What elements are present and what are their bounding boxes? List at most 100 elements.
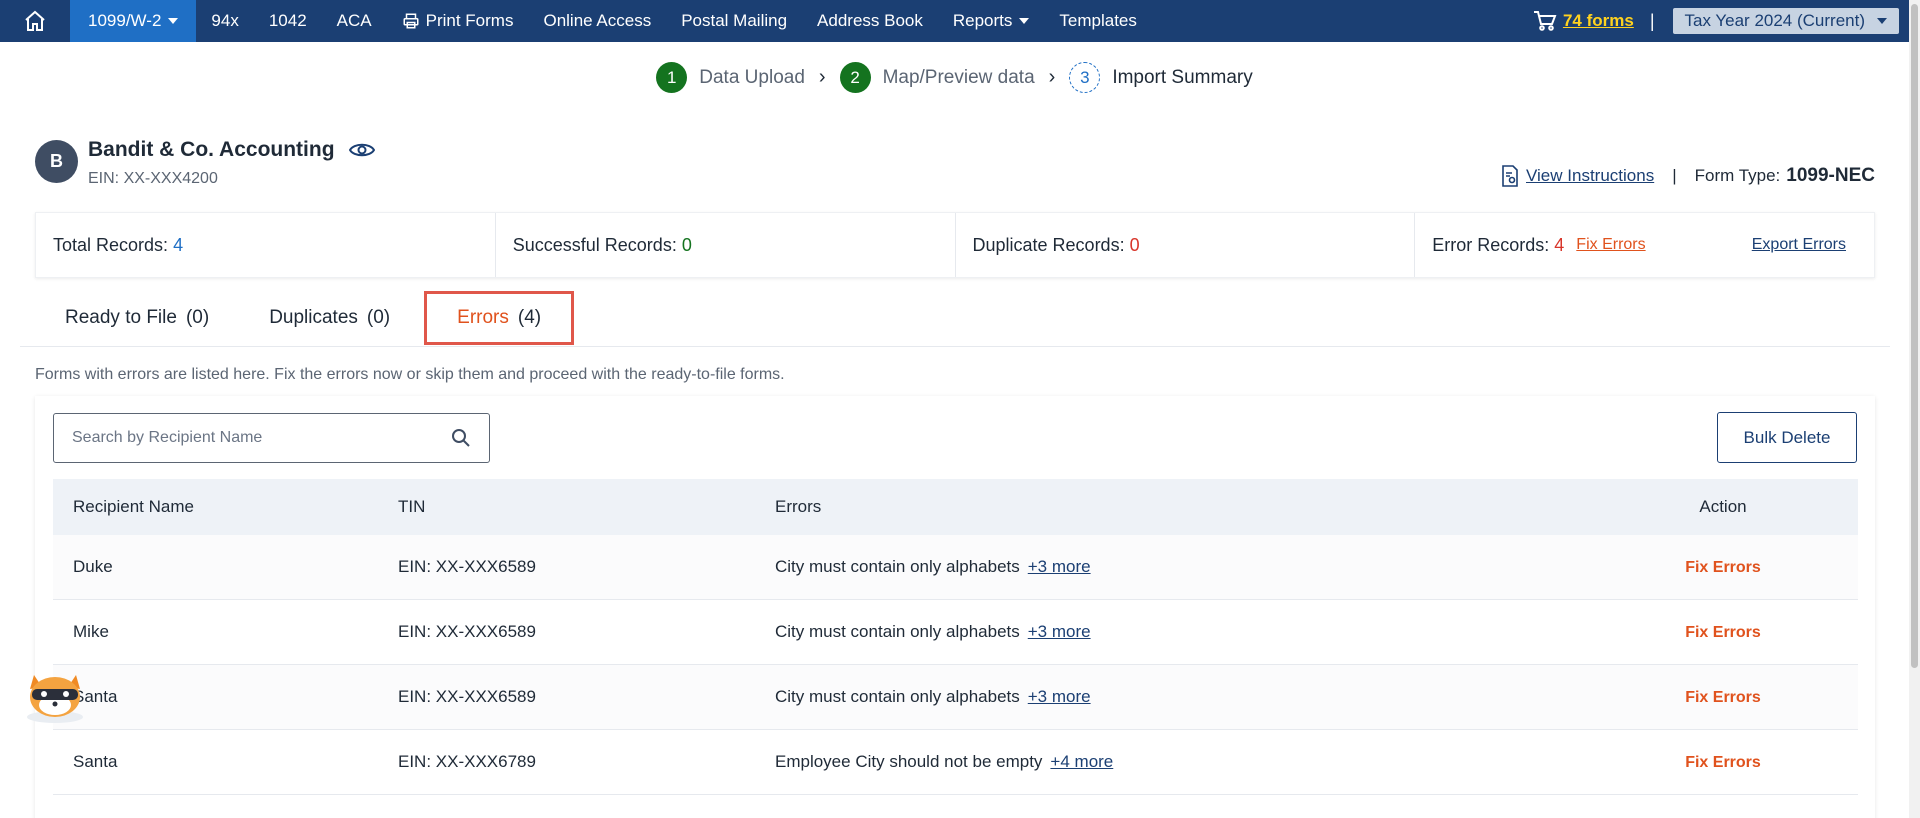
records-summary: Total Records: 4 Successful Records: 0 D… (35, 212, 1875, 278)
company-info: Bandit & Co. Accounting EIN: XX-XXX4200 (88, 138, 375, 188)
step-number: 1 (656, 62, 688, 93)
nav-item-aca[interactable]: ACA (322, 0, 387, 42)
export-errors-link[interactable]: Export Errors (1752, 236, 1846, 254)
tax-year-label: Tax Year 2024 (Current) (1684, 11, 1866, 30)
more-errors-link[interactable]: +4 more (1050, 752, 1113, 771)
vertical-scrollbar[interactable] (1909, 0, 1920, 818)
header-errors: Errors (775, 497, 822, 516)
error-text: City must contain only alphabets (775, 557, 1020, 576)
tab-label: Ready to File (65, 307, 177, 328)
tab-label: Duplicates (269, 307, 358, 328)
stat-error-records: Error Records: 4 Fix Errors Export Error… (1415, 213, 1874, 277)
fix-errors-button[interactable]: Fix Errors (1685, 624, 1761, 641)
error-text: City must contain only alphabets (775, 622, 1020, 641)
more-errors-link[interactable]: +3 more (1028, 687, 1091, 706)
cell-action: Fix Errors (1588, 557, 1858, 577)
cell-recipient-name: Santa (73, 687, 118, 706)
cell-action: Fix Errors (1588, 687, 1858, 707)
view-instructions-link[interactable]: View Instructions (1526, 166, 1654, 186)
fix-errors-button[interactable]: Fix Errors (1685, 689, 1761, 706)
chevron-down-icon (1019, 18, 1030, 24)
nav-item-reports[interactable]: Reports (938, 0, 1045, 42)
step-label: Data Upload (699, 66, 805, 88)
cell-tin: EIN: XX-XXX6589 (398, 557, 536, 576)
stat-successful-records: Successful Records: 0 (496, 213, 956, 277)
nav-item-templates[interactable]: Templates (1044, 0, 1151, 42)
search-icon[interactable] (451, 428, 471, 448)
company-name-row: Bandit & Co. Accounting (88, 138, 375, 162)
table-row: Santa EIN: XX-XXX6589 City must contain … (53, 665, 1858, 730)
cell-recipient-name: Santa (73, 752, 118, 771)
more-errors-link[interactable]: +3 more (1028, 557, 1091, 576)
errors-description: Forms with errors are listed here. Fix t… (35, 366, 785, 383)
nav-1099-w2-menu[interactable]: 1099/W-2 (70, 0, 197, 42)
nav-item-print-forms[interactable]: Print Forms (387, 0, 529, 42)
chevron-right-icon: › (818, 66, 826, 88)
tab-divider (20, 346, 1890, 347)
cell-tin: EIN: XX-XXX6589 (398, 687, 536, 706)
table-row: Duke EIN: XX-XXX6589 City must contain o… (53, 535, 1858, 600)
chevron-right-icon: › (1048, 66, 1056, 88)
company-ein: EIN: XX-XXX4200 (88, 170, 218, 187)
table-row: Santa EIN: XX-XXX6789 Employee City shou… (53, 730, 1858, 795)
errors-table: Recipient Name TIN Errors Action Duke EI… (53, 479, 1858, 795)
tab-ready-to-file[interactable]: Ready to File (0) (35, 290, 239, 346)
cart-icon[interactable] (1533, 10, 1557, 32)
separator: | (1672, 166, 1677, 185)
step-data-upload[interactable]: 1 Data Upload (656, 62, 805, 93)
nav-item-address-book[interactable]: Address Book (802, 0, 938, 42)
stat-label: Successful Records: (512, 234, 677, 255)
cell-tin: EIN: XX-XXX6789 (398, 752, 536, 771)
chevron-down-icon (168, 18, 179, 24)
tab-count: (0) (185, 307, 210, 328)
stat-value: 4 (173, 234, 184, 255)
bulk-delete-button[interactable]: Bulk Delete (1717, 412, 1857, 463)
cart-forms-link[interactable]: 74 forms (1563, 11, 1634, 31)
nav-item-94x[interactable]: 94x (196, 0, 253, 42)
fix-errors-button[interactable]: Fix Errors (1685, 754, 1761, 771)
stat-label: Duplicate Records: (972, 234, 1125, 255)
stat-value: 0 (1129, 234, 1140, 255)
scrollbar-thumb[interactable] (1911, 4, 1918, 668)
more-errors-link[interactable]: +3 more (1028, 622, 1091, 641)
tab-count: (0) (366, 307, 391, 328)
mascot-icon[interactable] (22, 663, 88, 725)
home-button[interactable] (0, 0, 70, 42)
error-text: City must contain only alphabets (775, 687, 1020, 706)
tax-year-select[interactable]: Tax Year 2024 (Current) (1672, 8, 1899, 34)
stat-value: 4 (1554, 234, 1565, 255)
home-icon (25, 10, 45, 31)
search-box (53, 413, 490, 463)
header-action: Action (1699, 497, 1747, 516)
step-number: 2 (839, 62, 871, 93)
nav-1099-w2-label: 1099/W-2 (88, 11, 162, 30)
fix-errors-button[interactable]: Fix Errors (1685, 559, 1761, 576)
eye-icon[interactable] (348, 141, 375, 159)
nav-right-group: 74 forms | Tax Year 2024 (Current) (1533, 0, 1909, 42)
cell-errors: Employee City should not be empty +4 more (775, 752, 1588, 772)
header-recipient-name: Recipient Name (73, 497, 194, 516)
company-name: Bandit & Co. Accounting (88, 138, 335, 161)
step-import-summary: 3 Import Summary (1069, 62, 1253, 93)
fix-errors-link[interactable]: Fix Errors (1576, 236, 1645, 254)
errors-card: Bulk Delete Recipient Name TIN Errors Ac… (35, 396, 1875, 818)
tab-errors[interactable]: Errors (4) (424, 291, 575, 345)
nav-item-postal-mailing[interactable]: Postal Mailing (666, 0, 802, 42)
tab-label: Errors (457, 307, 509, 328)
instructions-bar: View Instructions | Form Type: 1099-NEC (1500, 165, 1875, 187)
nav-reports-label: Reports (952, 11, 1013, 30)
nav-item-1042[interactable]: 1042 (254, 0, 322, 42)
step-label: Import Summary (1112, 66, 1253, 88)
chevron-down-icon (1877, 18, 1887, 24)
step-map-preview[interactable]: 2 Map/Preview data (839, 62, 1035, 93)
tab-duplicates[interactable]: Duplicates (0) (239, 290, 420, 346)
avatar: B (35, 140, 78, 183)
nav-print-forms-label: Print Forms (425, 11, 514, 30)
cell-recipient-name: Mike (73, 622, 109, 641)
tab-count: (4) (517, 307, 542, 328)
table-header: Recipient Name TIN Errors Action (53, 479, 1858, 535)
document-icon (1502, 165, 1518, 187)
search-input[interactable] (72, 429, 451, 447)
nav-item-online-access[interactable]: Online Access (528, 0, 666, 42)
cell-recipient-name: Duke (73, 557, 113, 576)
